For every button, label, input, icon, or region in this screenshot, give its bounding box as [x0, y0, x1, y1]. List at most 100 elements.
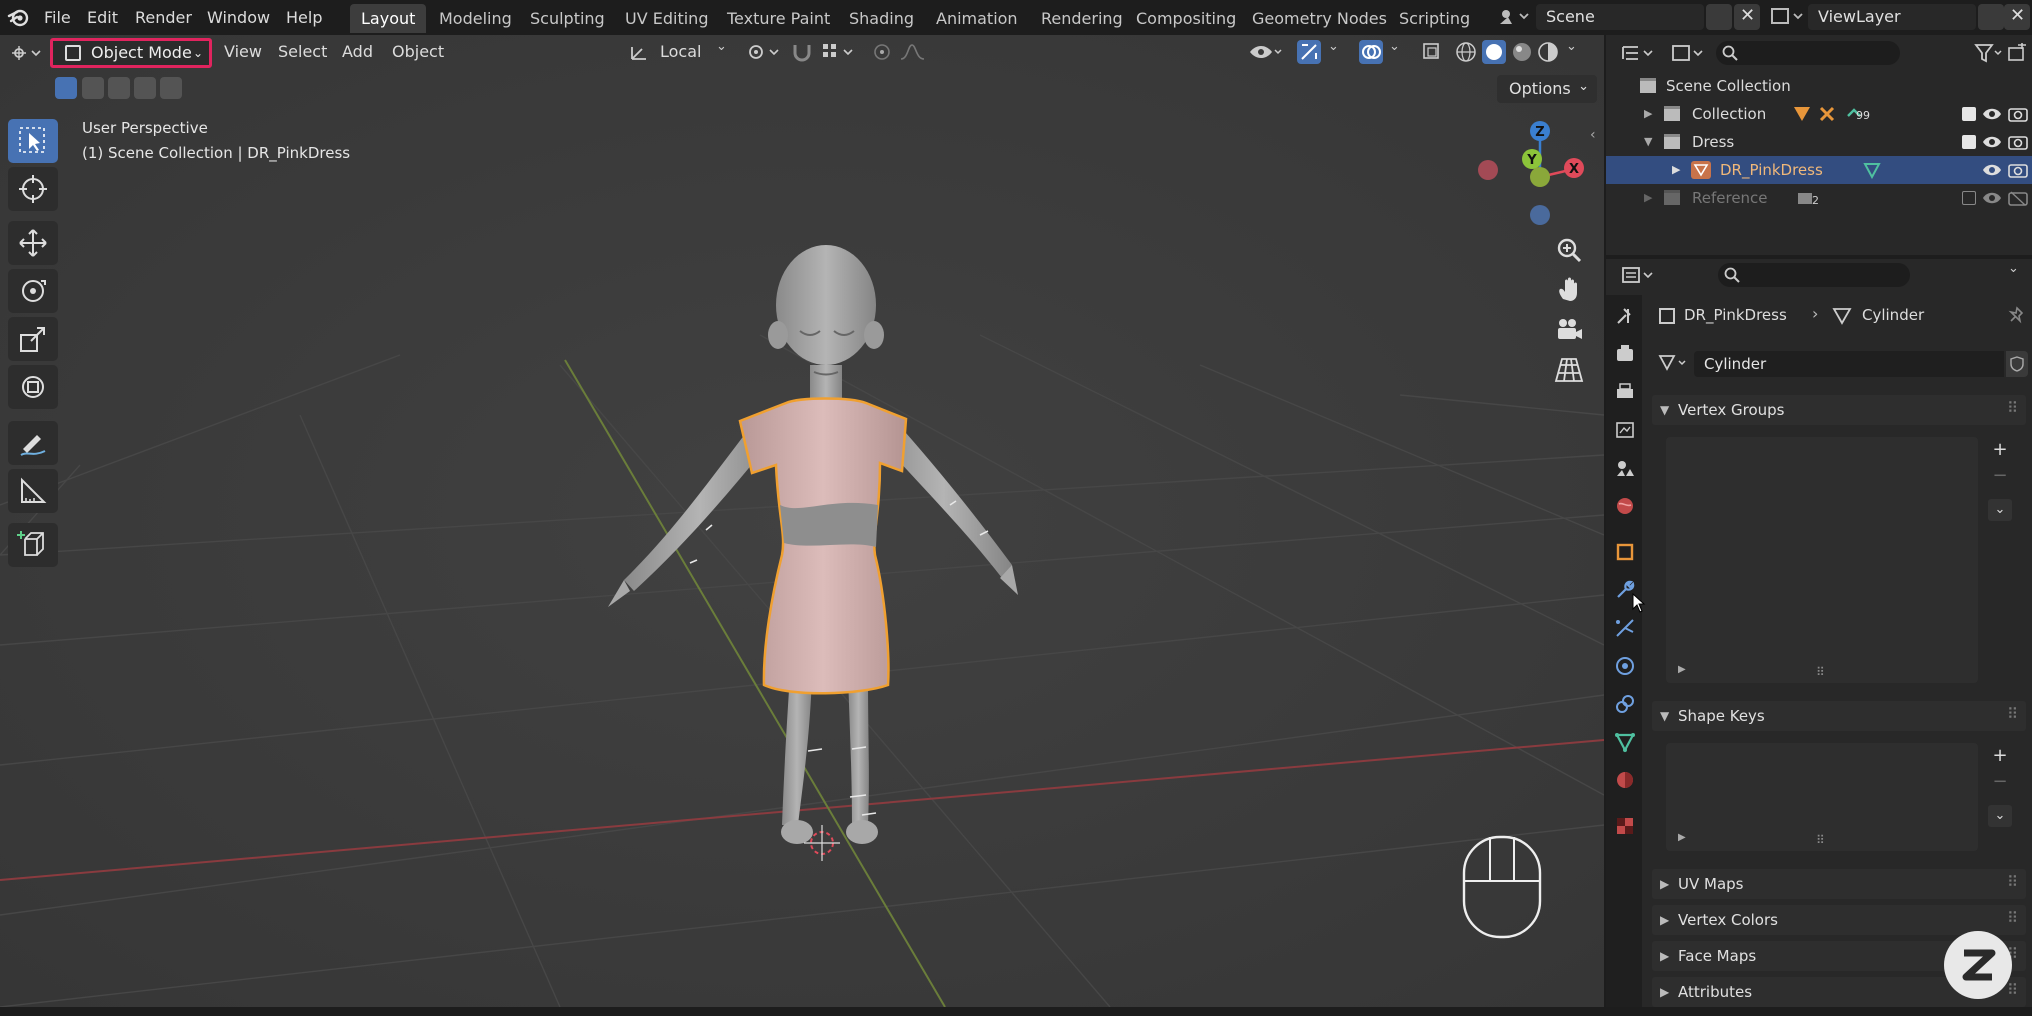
blender-logo-icon[interactable] — [6, 4, 32, 30]
render-camera-icon[interactable] — [2008, 106, 2028, 122]
select-menu[interactable]: Select — [278, 38, 327, 66]
constraints-tab-icon[interactable] — [1614, 693, 1636, 715]
gizmo-toggle-button[interactable] — [1297, 40, 1321, 64]
uv-maps-panel-header[interactable]: ▶ UV Maps ⠿ — [1652, 869, 2026, 899]
vertex-groups-list[interactable]: ▶ ⠿ — [1666, 437, 1978, 683]
exclude-checkbox[interactable] — [1962, 191, 1976, 205]
tool-select-box[interactable] — [8, 119, 58, 163]
properties-search-input[interactable] — [1718, 263, 1910, 287]
navigation-gizmo[interactable]: Z X Y — [1470, 117, 1596, 227]
scene-selector-icon[interactable] — [1498, 6, 1538, 28]
object-tab-icon[interactable] — [1614, 541, 1636, 563]
fake-user-button[interactable] — [2006, 351, 2028, 377]
display-mode-icon[interactable] — [1670, 43, 1708, 63]
options-dropdown[interactable]: Options ⌄ — [1497, 75, 1597, 103]
snap-target-icon[interactable] — [820, 41, 856, 63]
menu-help[interactable]: Help — [282, 0, 326, 35]
workspace-tab-geometry-nodes[interactable]: Geometry Nodes — [1241, 4, 1398, 33]
render-camera-icon[interactable] — [2008, 190, 2028, 206]
tool-move[interactable] — [8, 221, 58, 265]
view-layer-selector-icon[interactable] — [1770, 6, 1810, 28]
scene-tab-icon[interactable] — [1614, 457, 1636, 479]
shape-keys-panel-header[interactable]: ▼ Shape Keys ⠿ — [1652, 701, 2026, 731]
eye-visibility-icon[interactable] — [1982, 162, 2002, 178]
rendered-shading-icon[interactable] — [1536, 40, 1562, 66]
visibility-dropdown-icon[interactable] — [1248, 41, 1284, 63]
solid-shading-button[interactable] — [1482, 40, 1506, 64]
eye-visibility-icon[interactable] — [1982, 190, 2002, 206]
pin-icon[interactable] — [2008, 306, 2026, 324]
select-mode-invert-button[interactable] — [134, 77, 156, 99]
menu-window[interactable]: Window — [203, 0, 274, 35]
remove-vertex-group-button[interactable]: − — [1988, 465, 2012, 487]
outliner-row-collection[interactable]: ▶ Collection 99 — [1606, 100, 2032, 128]
workspace-tab-animation[interactable]: Animation — [925, 4, 1029, 33]
tool-scale[interactable] — [8, 317, 58, 361]
menu-edit[interactable]: Edit — [83, 0, 122, 35]
mesh-datablock-selector-icon[interactable] — [1658, 353, 1692, 373]
list-resize-handle-icon[interactable]: ⠿ — [1816, 833, 1825, 847]
view-menu[interactable]: View — [224, 38, 262, 66]
outliner-row-reference[interactable]: ▶ Reference 2 — [1606, 184, 2032, 212]
object-menu[interactable]: Object — [392, 38, 444, 66]
tool-rotate[interactable] — [8, 269, 58, 313]
add-vertex-group-button[interactable]: + — [1988, 439, 2012, 461]
physics-tab-icon[interactable] — [1614, 655, 1636, 677]
tool-transform[interactable] — [8, 365, 58, 409]
outliner-row-scene-collection[interactable]: Scene Collection — [1606, 72, 2032, 100]
chevron-down-icon[interactable]: ⌄ — [2008, 261, 2019, 276]
filter-icon[interactable] — [1974, 43, 2004, 63]
exclude-checkbox[interactable] — [1962, 107, 1976, 121]
workspace-tab-compositing[interactable]: Compositing — [1125, 4, 1247, 33]
drag-handle-icon[interactable]: ⠿ — [2007, 867, 2018, 897]
sidebar-toggle-arrow-icon[interactable]: ‹ — [1590, 127, 1596, 143]
render-camera-icon[interactable] — [2008, 134, 2028, 150]
delete-scene-button[interactable]: ✕ — [1734, 4, 1760, 30]
transform-orientation-dropdown[interactable]: Local — [660, 38, 701, 66]
workspace-tab-modeling[interactable]: Modeling — [428, 4, 523, 33]
workspace-tab-sculpting[interactable]: Sculpting — [519, 4, 616, 33]
camera-view-button[interactable] — [1552, 313, 1586, 347]
delete-view-layer-button[interactable]: ✕ — [2004, 4, 2030, 30]
expand-arrow-icon[interactable]: ▶ — [1644, 184, 1652, 212]
list-resize-handle-icon[interactable]: ⠿ — [1816, 665, 1825, 679]
overlays-toggle-button[interactable] — [1359, 40, 1383, 64]
add-shape-key-button[interactable]: + — [1988, 745, 2012, 767]
object-mode-dropdown[interactable]: Object Mode ⌄ — [50, 38, 212, 68]
transform-orientation-icon[interactable] — [628, 43, 658, 63]
menu-file[interactable]: File — [40, 0, 75, 35]
wireframe-shading-icon[interactable] — [1454, 40, 1480, 66]
tool-cursor[interactable] — [8, 167, 58, 211]
world-tab-icon[interactable] — [1614, 495, 1636, 517]
shape-key-specials-button[interactable]: ⌄ — [1988, 805, 2012, 827]
workspace-tab-rendering[interactable]: Rendering — [1030, 4, 1134, 33]
select-mode-new-button[interactable] — [55, 77, 77, 99]
proportional-editing-icon[interactable] — [870, 41, 894, 63]
tool-annotate[interactable] — [8, 421, 58, 465]
collapse-arrow-icon[interactable]: ▼ — [1644, 128, 1652, 156]
snap-magnet-icon[interactable] — [790, 41, 814, 63]
workspace-tab-layout[interactable]: Layout — [350, 4, 427, 33]
view-layer-tab-icon[interactable] — [1614, 419, 1636, 441]
pan-view-button[interactable] — [1552, 273, 1586, 307]
new-view-layer-button[interactable] — [1978, 4, 2004, 30]
new-collection-icon[interactable] — [2006, 43, 2028, 63]
material-preview-icon[interactable] — [1510, 40, 1536, 66]
view-layer-name-field[interactable]: ViewLayer — [1808, 4, 1976, 30]
render-tab-icon[interactable] — [1614, 343, 1636, 365]
editor-type-icon[interactable] — [10, 43, 44, 63]
workspace-tab-shading[interactable]: Shading — [838, 4, 925, 33]
texture-tab-icon[interactable] — [1614, 815, 1636, 837]
material-tab-icon[interactable] — [1614, 769, 1636, 791]
outliner-row-dress[interactable]: ▼ Dress — [1606, 128, 2032, 156]
output-tab-icon[interactable] — [1614, 381, 1636, 403]
zoom-view-button[interactable] — [1552, 233, 1586, 267]
tool-measure[interactable] — [8, 469, 58, 513]
filter-options-arrow-icon[interactable]: ▶ — [1678, 832, 1686, 843]
tool-add-cube[interactable] — [8, 523, 58, 567]
mesh-datablock-name-field[interactable]: Cylinder — [1694, 351, 2004, 377]
outliner-row-dr-pinkdress[interactable]: ▶ DR_PinkDress — [1606, 156, 2032, 184]
filter-options-arrow-icon[interactable]: ▶ — [1678, 664, 1686, 675]
particles-tab-icon[interactable] — [1614, 617, 1636, 639]
remove-shape-key-button[interactable]: − — [1988, 771, 2012, 793]
